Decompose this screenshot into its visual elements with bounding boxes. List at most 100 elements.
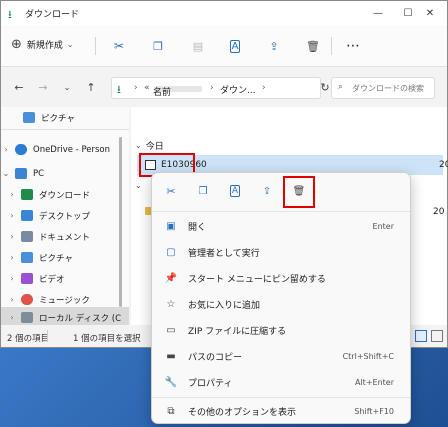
- clipboard-icon: ▤: [192, 39, 204, 53]
- menu-item-copy-path[interactable]: ▬ パスのコピー Ctrl+Shift+C: [156, 343, 406, 369]
- menu-share-button[interactable]: ⇪: [256, 181, 278, 201]
- nav-item-label: ピクチャ: [39, 253, 73, 264]
- nav-item-documents[interactable]: › ドキュメント: [1, 226, 129, 247]
- menu-separator: [152, 211, 410, 212]
- download-folder-icon: ⭳: [117, 83, 121, 96]
- context-menu: ✂ ❐ A ⇪ 🗑 ▣ 開く Enter ▢ 管理者として実行 📌 スタート メ…: [151, 172, 411, 424]
- new-button[interactable]: ⊕ 新規作成 ⌄: [11, 37, 74, 52]
- nav-item-onedrive[interactable]: › OneDrive - Person: [1, 139, 129, 160]
- breadcrumb-chevron-icon: ›: [262, 83, 266, 93]
- plus-icon: ⊕: [11, 37, 22, 52]
- navigation-pane: ピクチャ › OneDrive - Person ⌄ PC › ダウンロード ›…: [1, 107, 129, 328]
- close-button[interactable]: ✕: [413, 1, 447, 25]
- download-arrow-icon: ⭳: [8, 8, 12, 21]
- forward-button[interactable]: →: [35, 79, 51, 95]
- video-icon: [21, 273, 33, 284]
- pin-icon: 📌: [164, 272, 178, 284]
- menu-item-more-options[interactable]: ⧉ その他のオプションを表示 Shift+F10: [156, 398, 406, 424]
- menu-item-compress-zip[interactable]: ▭ ZIP ファイルに圧縮する: [156, 317, 406, 343]
- nav-item-pictures[interactable]: › ピクチャ: [1, 247, 129, 268]
- tiles-view-icon[interactable]: [431, 330, 443, 342]
- nav-item-desktop[interactable]: › デスクトップ: [1, 205, 129, 226]
- open-icon: ▣: [166, 220, 176, 232]
- menu-item-shortcut: Enter: [372, 221, 394, 231]
- forward-arrow-icon: →: [38, 80, 48, 94]
- column-header-name[interactable]: 名前: [153, 85, 171, 98]
- breadcrumb-chevron-icon: ›: [210, 83, 214, 93]
- menu-item-add-favorite[interactable]: ☆ お気に入りに追加: [156, 291, 406, 317]
- desktop-icon: [21, 210, 33, 221]
- rename-icon: A: [229, 39, 241, 53]
- file-date: 20: [433, 207, 445, 217]
- file-date: 20: [439, 160, 448, 170]
- paste-button[interactable]: ▤: [186, 35, 210, 57]
- nav-item-label: ピクチャ: [41, 113, 75, 124]
- nav-item-pc[interactable]: ⌄ PC: [1, 163, 129, 184]
- menu-item-pin-to-start[interactable]: 📌 スタート メニューにピン留めする: [156, 265, 406, 291]
- menu-item-shortcut: Shift+F10: [354, 406, 394, 416]
- share-icon: ⇪: [269, 39, 279, 53]
- refresh-icon: ↻: [320, 80, 330, 94]
- ellipsis-icon: ⋯: [346, 38, 360, 54]
- menu-item-label: その他のオプションを表示: [188, 407, 297, 418]
- menu-item-label: 開く: [188, 222, 207, 233]
- search-box[interactable]: ⌕ ダウンロードの検索: [331, 77, 435, 99]
- star-icon: ☆: [166, 298, 176, 310]
- search-icon: ⌕: [338, 82, 344, 92]
- history-button[interactable]: ⌄: [59, 79, 75, 95]
- details-view-icon[interactable]: [415, 330, 427, 342]
- divider: [331, 37, 332, 55]
- menu-item-label: ZIP ファイルに圧縮する: [188, 326, 287, 337]
- copy-icon: ❐: [198, 185, 208, 197]
- group-header-other[interactable]: ⌄: [135, 181, 142, 190]
- menu-item-properties[interactable]: 🔧 プロパティ Alt+Enter: [156, 369, 406, 395]
- menu-item-label: お気に入りに追加: [188, 300, 261, 311]
- rename-button[interactable]: A: [223, 35, 247, 57]
- nav-item-label: デスクトップ: [39, 211, 91, 222]
- chevron-down-icon: ⌄: [135, 181, 142, 190]
- share-icon: ⇪: [262, 185, 272, 197]
- pictures-icon: [21, 252, 33, 263]
- nav-item-pictures-quick[interactable]: ピクチャ: [1, 107, 129, 128]
- shield-icon: ▢: [166, 246, 176, 258]
- breadcrumb-overflow[interactable]: «: [144, 83, 150, 93]
- address-bar[interactable]: ⭳ › « › ダウン... ›: [111, 77, 321, 99]
- menu-item-label: 管理者として実行: [188, 248, 260, 259]
- menu-rename-button[interactable]: A: [224, 181, 246, 201]
- new-label: 新規作成: [26, 41, 63, 51]
- nav-item-label: ドキュメント: [39, 232, 91, 243]
- up-arrow-icon: ↑: [86, 80, 96, 94]
- more-options-button[interactable]: ⋯: [341, 35, 365, 57]
- group-label: 今日: [145, 142, 164, 152]
- menu-item-label: パスのコピー: [188, 352, 243, 363]
- wrench-icon: 🔧: [164, 376, 178, 388]
- menu-item-open[interactable]: ▣ 開く Enter: [156, 213, 406, 239]
- nav-item-downloads[interactable]: › ダウンロード: [1, 184, 129, 205]
- window-title: ダウンロード: [25, 10, 80, 20]
- trash-icon: 🗑: [306, 39, 320, 53]
- up-button[interactable]: ↑: [83, 79, 99, 95]
- scrollbar[interactable]: [119, 137, 122, 307]
- items-count: 2 個の項目: [7, 334, 50, 344]
- copy-icon: ❐: [153, 39, 163, 53]
- nav-item-label: ダウンロード: [39, 190, 91, 201]
- header-line: [131, 107, 447, 108]
- back-button[interactable]: ←: [11, 79, 27, 95]
- menu-cut-button[interactable]: ✂: [160, 181, 182, 201]
- search-placeholder: ダウンロードの検索: [352, 84, 424, 93]
- nav-item-label: ミュージック: [39, 295, 90, 306]
- delete-button[interactable]: 🗑: [301, 35, 325, 57]
- group-header-today[interactable]: ⌄ 今日: [135, 139, 164, 152]
- nav-item-label: PC: [33, 168, 45, 179]
- breadcrumb-current[interactable]: ダウン...: [220, 83, 256, 96]
- copy-button[interactable]: ❐: [146, 35, 170, 57]
- nav-item-label: OneDrive - Person: [33, 144, 111, 155]
- selection-count: 1 個の項目を選択: [73, 334, 141, 344]
- menu-item-run-as-admin[interactable]: ▢ 管理者として実行: [156, 239, 406, 265]
- nav-item-videos[interactable]: › ビデオ: [1, 268, 129, 289]
- zip-icon: ▭: [166, 324, 176, 336]
- more-options-icon: ⧉: [167, 405, 175, 417]
- cut-button[interactable]: ✂: [107, 35, 131, 57]
- menu-copy-button[interactable]: ❐: [192, 181, 214, 201]
- share-button[interactable]: ⇪: [262, 35, 286, 57]
